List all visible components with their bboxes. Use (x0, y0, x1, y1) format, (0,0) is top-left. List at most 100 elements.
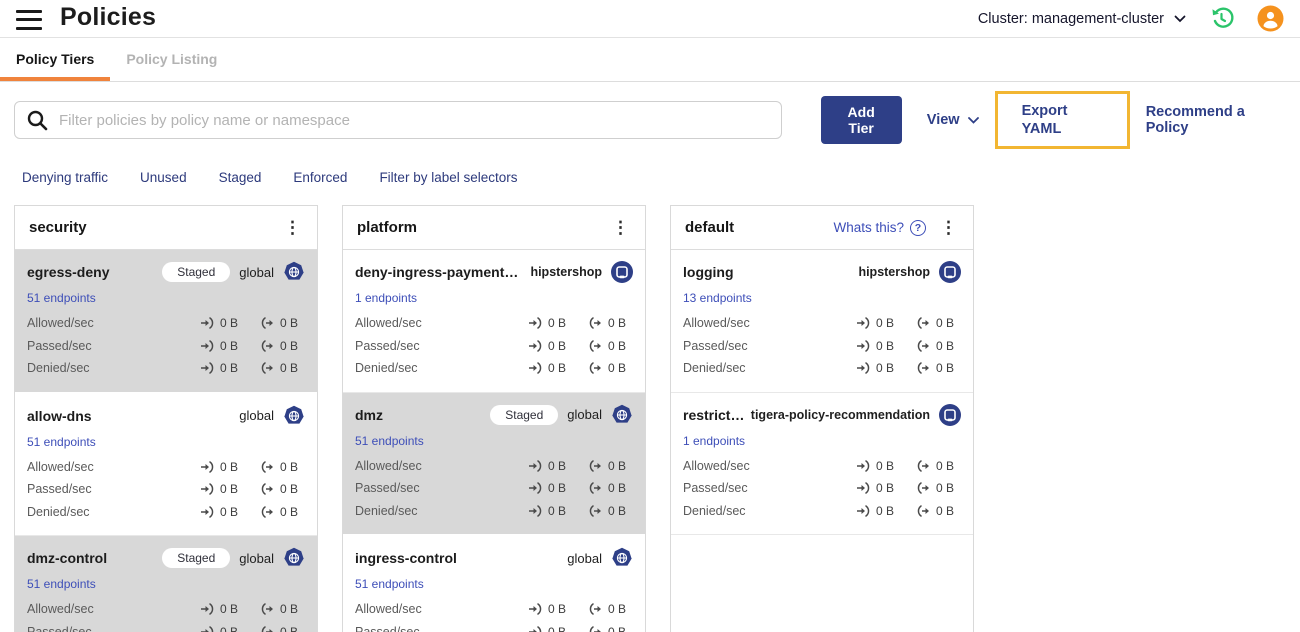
view-dropdown-label: View (926, 112, 960, 128)
metric-value: 0 B (220, 316, 239, 331)
recommend-policy-button[interactable]: Recommend a Policy (1146, 104, 1278, 136)
metric-value: 0 B (280, 361, 299, 376)
policy-card-logging[interactable]: logging hipstershop 13 endpoints Allowed/se… (671, 250, 973, 393)
global-scope-icon (612, 404, 632, 423)
endpoints-link[interactable]: 51 endpoints (355, 577, 424, 591)
egress-metric: 0 B (260, 316, 305, 330)
metric-label: Passed/sec (27, 482, 92, 497)
user-menu[interactable] (1257, 5, 1284, 32)
scope-label: global (567, 407, 602, 422)
egress-metric: 0 B (916, 339, 961, 353)
tier-column-default: default Whats this?? ⋮ logging hipstershop 13… (670, 205, 974, 632)
search-input[interactable] (14, 101, 782, 139)
metric-value: 0 B (220, 459, 239, 474)
ingress-metric: 0 B (856, 504, 901, 518)
metric-row: Denied/sec 0 B 0 B (683, 357, 961, 380)
tab-policy-tiers[interactable]: Policy Tiers (0, 38, 111, 81)
metric-value: 0 B (548, 481, 567, 496)
egress-icon (261, 626, 273, 632)
policy-card-dmz[interactable]: dmz Staged global 51 endpoints Allowed/sec 0 … (343, 392, 645, 536)
tier-header: security ⋮ (15, 206, 317, 250)
metric-label: Passed/sec (355, 624, 420, 632)
tier-header: default Whats this?? ⋮ (671, 206, 973, 250)
egress-metric: 0 B (916, 361, 961, 375)
metric-value: 0 B (220, 624, 239, 632)
filter-denying-traffic[interactable]: Denying traffic (22, 170, 108, 185)
filter-staged[interactable]: Staged (219, 170, 262, 185)
ingress-metric: 0 B (856, 339, 901, 353)
ingress-metric: 0 B (856, 481, 901, 495)
egress-metric: 0 B (260, 339, 305, 353)
export-yaml-label: Export YAML (1021, 103, 1068, 137)
tab-policy-listing[interactable]: Policy Listing (110, 38, 233, 81)
endpoints-link[interactable]: 51 endpoints (27, 291, 96, 305)
policy-card-ingress-control[interactable]: ingress-control global 51 endpoints Allowed… (343, 536, 645, 632)
menu-icon[interactable] (16, 9, 42, 30)
ingress-icon (857, 505, 870, 517)
egress-icon (589, 460, 601, 472)
endpoints-link[interactable]: 51 endpoints (27, 435, 96, 449)
ingress-metric: 0 B (200, 602, 245, 616)
tier-menu-icon[interactable]: ⋮ (606, 219, 635, 236)
add-tier-button[interactable]: Add Tier (820, 96, 902, 144)
egress-metric: 0 B (916, 481, 961, 495)
filter-links: Denying traffic Unused Staged Enforced F… (22, 170, 1278, 185)
staged-badge: Staged (162, 548, 231, 568)
tier-menu-icon[interactable]: ⋮ (278, 219, 307, 236)
metric-row: Passed/sec 0 B 0 B (355, 621, 633, 632)
policy-card-allow-dns[interactable]: allow-dns global 51 endpoints Allowed/sec 0 … (15, 393, 317, 536)
metric-value: 0 B (876, 481, 895, 496)
namespace-icon (939, 261, 961, 283)
scope-label: global (239, 550, 274, 566)
endpoints-link[interactable]: 1 endpoints (355, 291, 417, 305)
chevron-down-icon (967, 116, 979, 124)
egress-metric: 0 B (588, 481, 633, 495)
tier-name: default (685, 219, 735, 236)
cluster-selector[interactable]: Cluster: management-cluster (978, 11, 1186, 27)
metric-value: 0 B (876, 316, 895, 331)
endpoints-link[interactable]: 51 endpoints (355, 434, 424, 448)
egress-icon (917, 460, 929, 472)
ingress-icon (529, 626, 542, 632)
scope-label: global (567, 550, 602, 566)
ingress-icon (529, 505, 542, 517)
history-button[interactable] (1208, 5, 1235, 32)
egress-icon (261, 603, 273, 615)
metric-value: 0 B (608, 338, 627, 353)
search-box (14, 101, 782, 139)
endpoints-link[interactable]: 51 endpoints (27, 577, 96, 591)
ingress-icon (857, 362, 870, 374)
egress-metric: 0 B (588, 504, 633, 518)
ingress-icon (201, 340, 214, 352)
egress-metric: 0 B (260, 505, 305, 519)
metric-label: Allowed/sec (355, 316, 422, 331)
egress-metric: 0 B (588, 602, 633, 616)
search-icon (27, 110, 48, 131)
scope-label: tigera-policy-recommendation (750, 407, 930, 422)
filter-enforced[interactable]: Enforced (293, 170, 347, 185)
policy-card-deny-ingress-paymentservi[interactable]: deny-ingress-paymentservi…hipstershop 1 e… (343, 250, 645, 393)
endpoints-link[interactable]: 1 endpoints (683, 434, 745, 448)
policy-card-restricted[interactable]: restricted tigera-policy-recommendation 1 … (671, 392, 973, 535)
endpoints-link[interactable]: 13 endpoints (683, 291, 752, 305)
policy-card-egress-deny[interactable]: egress-deny Staged global 51 endpoints Allow… (15, 250, 317, 394)
ingress-icon (201, 483, 214, 495)
ingress-icon (529, 482, 542, 494)
policy-name: deny-ingress-paymentservi… (355, 264, 530, 280)
export-yaml-button[interactable]: Export YAML (994, 91, 1130, 149)
view-dropdown[interactable]: View (927, 112, 979, 128)
global-scope-icon (284, 405, 304, 424)
egress-metric: 0 B (588, 625, 633, 632)
whats-this-link[interactable]: Whats this?? (833, 219, 926, 236)
metric-label: Denied/sec (683, 361, 746, 376)
ingress-icon (529, 340, 542, 352)
filter-unused[interactable]: Unused (140, 170, 187, 185)
ingress-icon (529, 362, 542, 374)
egress-icon (589, 626, 601, 632)
tier-menu-icon[interactable]: ⋮ (934, 219, 963, 236)
ingress-icon (201, 603, 214, 615)
filter-by-label-selectors[interactable]: Filter by label selectors (379, 170, 517, 185)
question-icon: ? (910, 219, 926, 236)
policy-card-dmz-control[interactable]: dmz-control Staged global 51 endpoints Allow… (15, 536, 317, 632)
egress-metric: 0 B (916, 459, 961, 473)
